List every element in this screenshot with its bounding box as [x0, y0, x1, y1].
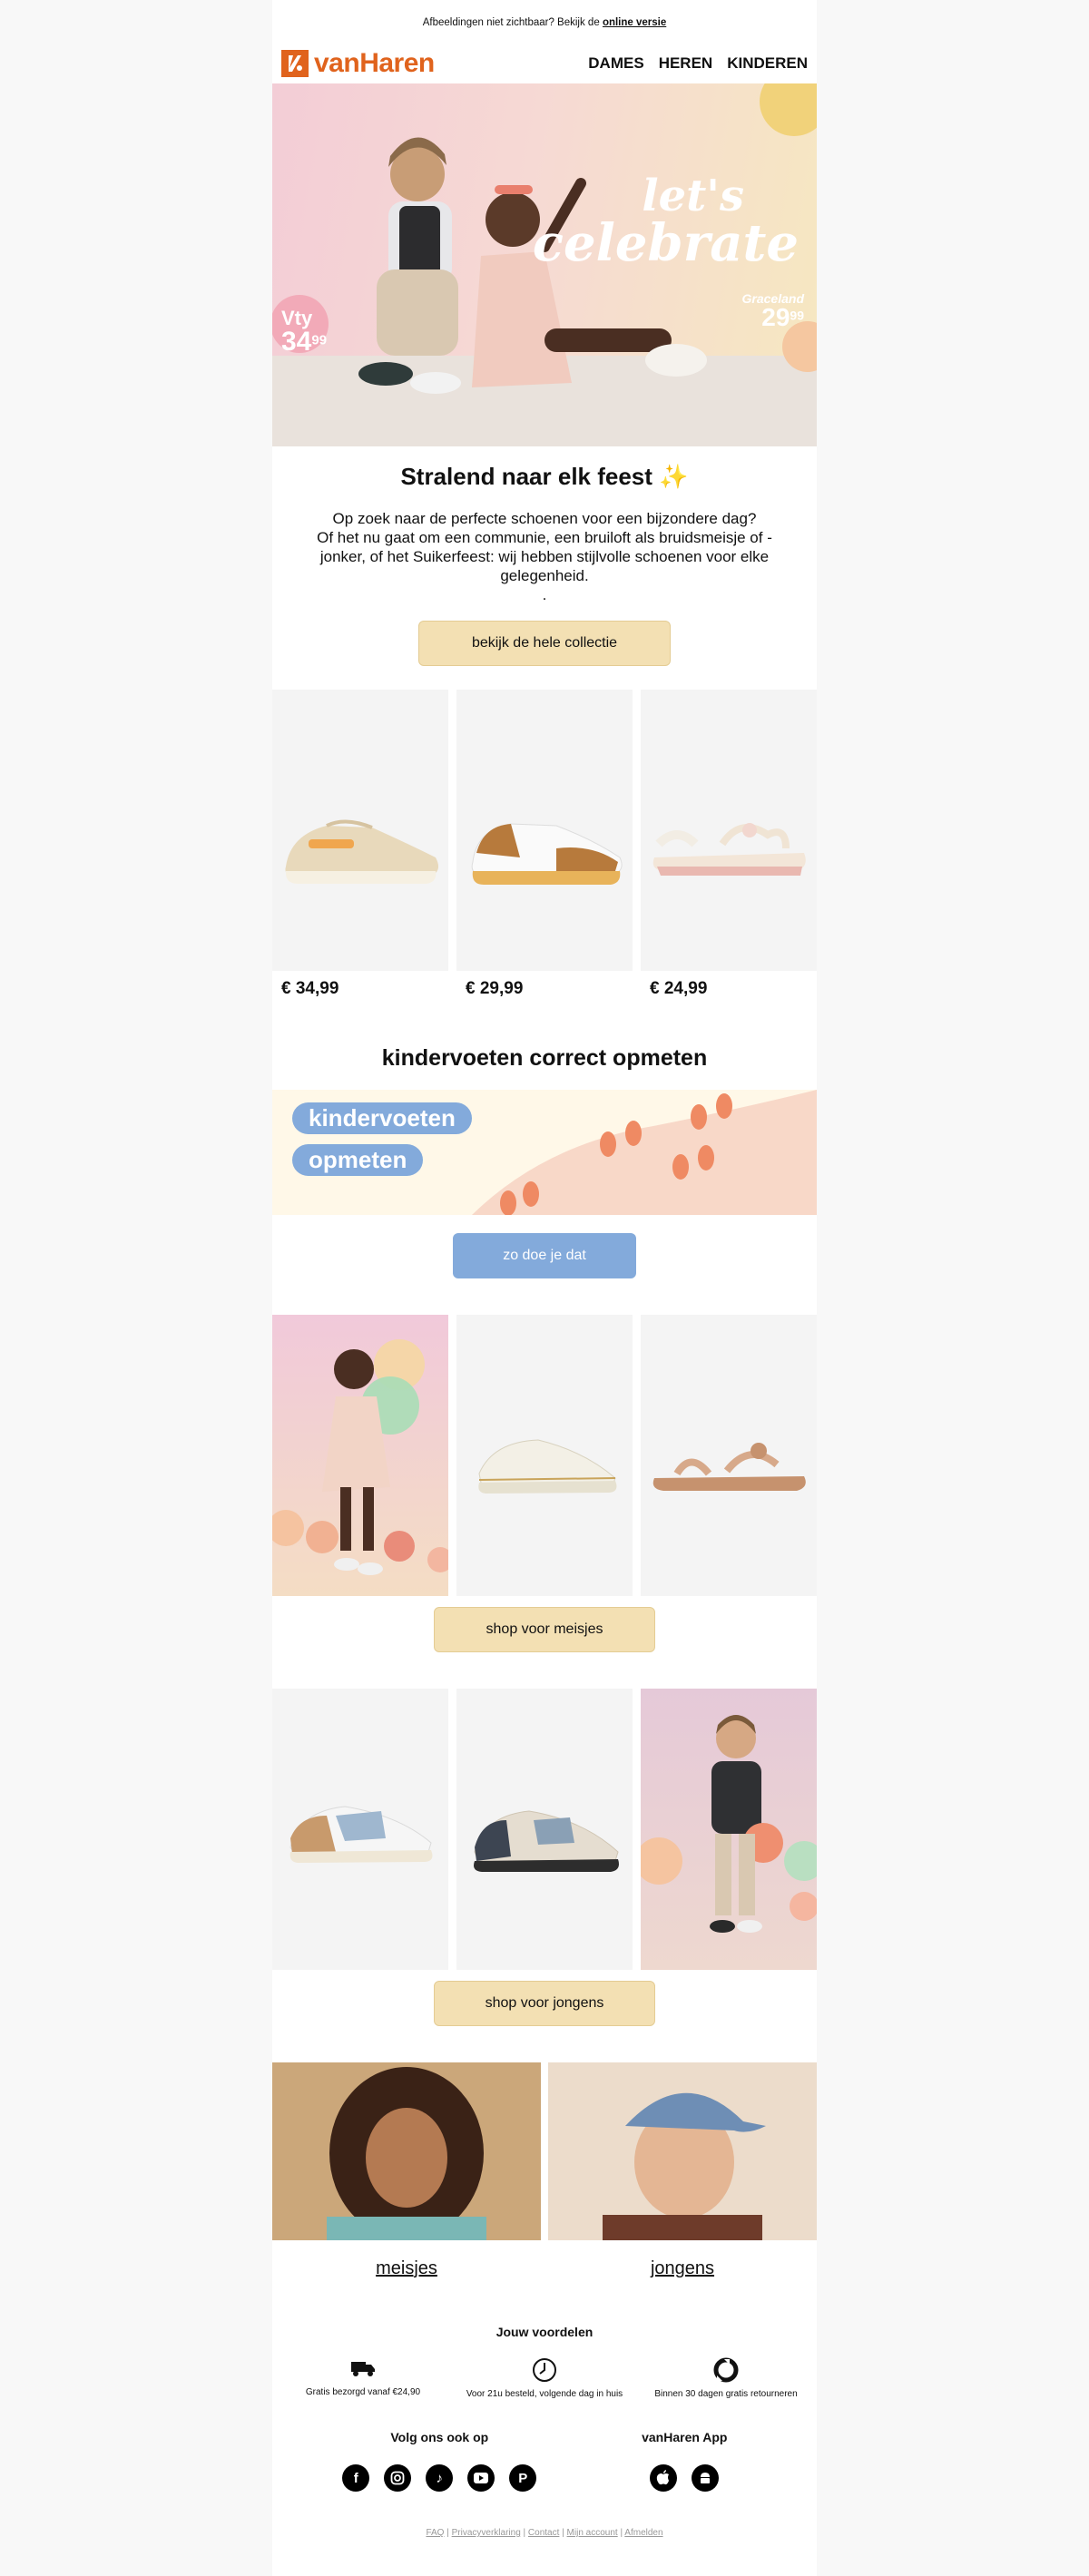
brand-logo[interactable]: vanHaren: [281, 48, 435, 79]
footer-links: FAQ | Privacyverklaring | Contact | Mijn…: [426, 2528, 663, 2538]
view-online-text: Afbeeldingen niet zichtbaar? Bekijk de: [422, 17, 600, 28]
product-tile-1[interactable]: [272, 690, 448, 971]
app-block: vanHaren App: [580, 2430, 790, 2492]
sandal-icon: [652, 1443, 806, 1491]
nav-kinderen[interactable]: KINDEREN: [727, 54, 808, 73]
shop-girls-button[interactable]: shop voor meisjes: [434, 1607, 655, 1652]
girls-product-2[interactable]: [641, 1315, 817, 1596]
product-price-1[interactable]: € 34,99: [272, 979, 448, 999]
sneaker-icon: [471, 823, 623, 885]
main-nav: DAMES HEREN KINDEREN: [588, 54, 808, 73]
category-girls-link[interactable]: meisjes: [272, 2258, 541, 2279]
online-version-link[interactable]: online versie: [603, 17, 666, 28]
footer-contact[interactable]: Contact: [528, 2528, 559, 2538]
follow-us-title: Volg ons ook op: [390, 2430, 489, 2444]
app-icons: [580, 2464, 790, 2492]
return-icon: [713, 2357, 739, 2383]
boys-product-2[interactable]: [456, 1689, 633, 1970]
measure-title: kindervoeten correct opmeten: [381, 1045, 708, 1071]
measure-banner-line-2: opmeten: [292, 1144, 424, 1176]
price-row: € 34,99 € 29,99 € 24,99: [272, 971, 817, 1007]
hero-right-price-cents: 99: [790, 308, 804, 323]
view-online-bar: Afbeeldingen niet zichtbaar? Bekijk de o…: [272, 0, 817, 45]
hero-right-price: Graceland 2999: [742, 292, 804, 330]
hero-banner[interactable]: let's celebrate Vty 3499 Graceland 2999: [272, 83, 817, 446]
android-icon[interactable]: [692, 2464, 720, 2492]
intro-line-2: Of het nu gaat om een communie, een brui…: [317, 529, 772, 584]
footer-faq[interactable]: FAQ: [426, 2528, 444, 2538]
nav-heren[interactable]: HEREN: [659, 54, 713, 73]
intro-title: Stralend naar elk feest ✨: [400, 463, 689, 490]
truck-icon: [351, 2362, 375, 2376]
benefit-delivery-text: Gratis bezorgd vanaf €24,90: [305, 2387, 421, 2397]
footer-unsubscribe[interactable]: Afmelden: [624, 2528, 662, 2538]
product-tile-3[interactable]: [641, 690, 817, 971]
hero-left-price-main: 34: [281, 327, 312, 357]
category-boys-link[interactable]: jongens: [548, 2258, 817, 2279]
category-boys-image[interactable]: [548, 2062, 817, 2240]
instagram-icon[interactable]: [384, 2464, 412, 2492]
apple-icon[interactable]: [650, 2464, 678, 2492]
benefit-returns: Binnen 30 dagen gratis retourneren: [644, 2357, 808, 2399]
intro-text: Op zoek naar de perfecte schoenen voor e…: [272, 509, 817, 604]
footer-account[interactable]: Mijn account: [567, 2528, 618, 2538]
girls-lifestyle-image[interactable]: [272, 1315, 448, 1596]
sandal-icon: [652, 823, 806, 876]
pinterest-icon[interactable]: P: [509, 2464, 537, 2492]
logo-mark-icon: [281, 50, 309, 77]
social-icons: f ♪ P: [299, 2464, 580, 2492]
benefit-delivery: Gratis bezorgd vanaf €24,90: [281, 2357, 445, 2399]
social-section: Volg ons ook op f ♪ P vanHaren App: [272, 2430, 817, 2492]
facebook-icon[interactable]: f: [342, 2464, 370, 2492]
email-body: Afbeeldingen niet zichtbaar? Bekijk de o…: [272, 0, 817, 2576]
hero-left-brand: Vty: [281, 307, 313, 329]
hero-right-price-main: 29: [761, 303, 790, 331]
hero-left-price-cents: 99: [311, 332, 328, 348]
shop-boys-button[interactable]: shop voor jongens: [434, 1981, 655, 2026]
intro-line-1: Op zoek naar de perfecte schoenen voor e…: [332, 510, 757, 527]
category-links: meisjes jongens: [272, 2258, 817, 2279]
hero-left-price: Vty 3499: [281, 309, 327, 356]
benefits-title: Jouw voordelen: [495, 2325, 594, 2339]
boys-lifestyle-image[interactable]: [641, 1689, 817, 1970]
benefit-returns-text: Binnen 30 dagen gratis retourneren: [654, 2389, 798, 2399]
category-images: [272, 2062, 817, 2240]
footer-privacy[interactable]: Privacyverklaring: [452, 2528, 521, 2538]
girls-row: [272, 1315, 817, 1596]
sneaker-icon: [285, 819, 439, 884]
view-collection-button[interactable]: bekijk de hele collectie: [418, 621, 671, 666]
youtube-icon[interactable]: [467, 2464, 495, 2492]
sneaker-icon: [478, 1439, 617, 1494]
measure-banner[interactable]: kindervoeten opmeten: [272, 1090, 817, 1215]
product-row: [272, 690, 817, 971]
boys-row: [272, 1689, 817, 1970]
app-title: vanHaren App: [642, 2430, 728, 2444]
clock-icon: [533, 2358, 556, 2382]
category-girls-image[interactable]: [272, 2062, 541, 2240]
header: vanHaren DAMES HEREN KINDEREN: [272, 45, 817, 82]
hero-headline: let's celebrate: [533, 174, 799, 269]
sneaker-icon: [289, 1806, 433, 1863]
nav-dames[interactable]: DAMES: [588, 54, 643, 73]
product-price-2[interactable]: € 29,99: [456, 979, 633, 999]
product-tile-2[interactable]: [456, 690, 633, 971]
measure-banner-line-1: kindervoeten: [292, 1102, 472, 1134]
follow-us-block: Volg ons ook op f ♪ P: [299, 2430, 580, 2492]
product-price-3[interactable]: € 24,99: [641, 979, 817, 999]
hero-headline-line-2: celebrate: [532, 213, 799, 273]
benefit-next-day: Voor 21u besteld, volgende dag in huis: [463, 2357, 626, 2399]
intro-line-3: .: [542, 586, 547, 603]
benefits-list: Gratis bezorgd vanaf €24,90 Voor 21u bes…: [272, 2357, 817, 2399]
hero-headline-line-1: let's: [642, 171, 744, 221]
boys-product-1[interactable]: [272, 1689, 448, 1970]
brand-name: vanHaren: [314, 48, 435, 78]
tiktok-icon[interactable]: ♪: [426, 2464, 454, 2492]
how-to-measure-button[interactable]: zo doe je dat: [453, 1233, 636, 1278]
sneaker-icon: [474, 1810, 619, 1872]
girls-product-1[interactable]: [456, 1315, 633, 1596]
benefit-next-day-text: Voor 21u besteld, volgende dag in huis: [466, 2389, 623, 2399]
